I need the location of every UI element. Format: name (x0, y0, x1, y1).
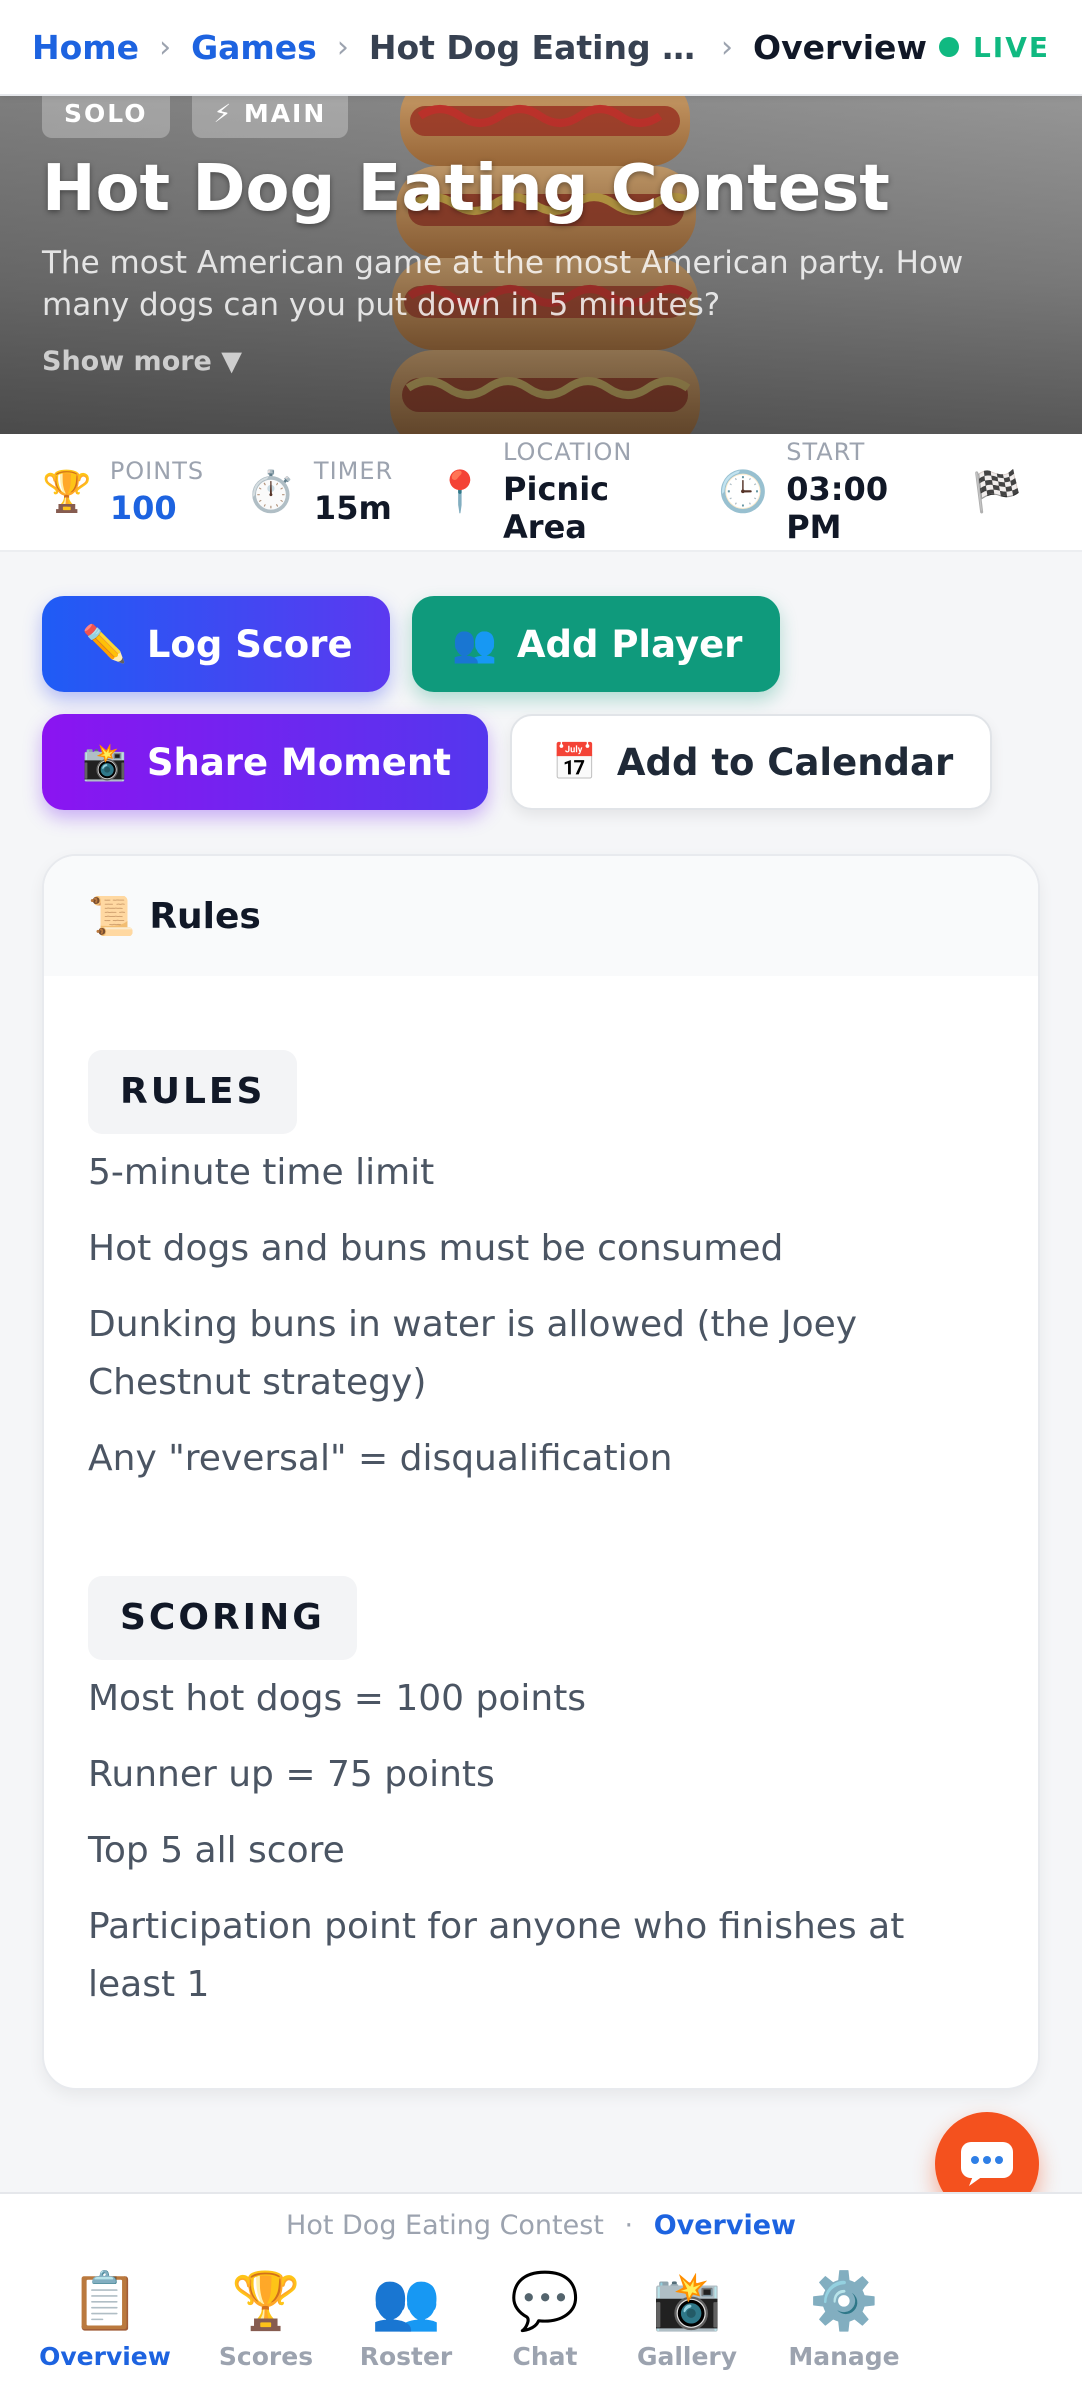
breadcrumb-bar: Home › Games › Hot Dog Eating Co... › Ov… (0, 0, 1082, 96)
stat-value: 15m (313, 489, 392, 527)
footer-separator: · (624, 2210, 634, 2241)
pencil-icon: ✏️ (82, 624, 127, 665)
stat-location: 📍 LOCATION Picnic Area (435, 438, 676, 546)
share-moment-button[interactable]: 📸 Share Moment (42, 714, 488, 810)
people-icon: 👥 (452, 624, 497, 665)
game-hero: SOLO ⚡ MAIN Hot Dog Eating Contest The m… (0, 96, 1082, 434)
rules-card-title: Rules (149, 895, 261, 937)
tab-scores[interactable]: 🏆 Scores (196, 2269, 336, 2372)
tab-chat[interactable]: 💬 Chat (476, 2269, 614, 2372)
tab-manage[interactable]: ⚙️ Manage (760, 2269, 928, 2372)
list-item: Top 5 all score (88, 1830, 345, 1871)
add-player-button[interactable]: 👥 Add Player (412, 596, 780, 692)
tab-overview[interactable]: 📋 Overview (36, 2269, 174, 2372)
game-title: Hot Dog Eating Contest (42, 152, 890, 226)
footer-game-name: Hot Dog Eating Contest (286, 2210, 604, 2241)
list-item: 5-minute time limit (88, 1152, 435, 1193)
solo-tag: SOLO (42, 96, 170, 138)
clock-icon: 🕒 (718, 469, 769, 515)
list-item: Dunking buns in water is allowed (the Jo… (88, 1304, 858, 1403)
footer-breadcrumb: Hot Dog Eating Contest · Overview (0, 2210, 1082, 2241)
stat-timer: ⏱️ TIMER 15m (246, 457, 393, 527)
scoring-heading: SCORING (88, 1576, 357, 1660)
breadcrumb-game[interactable]: Hot Dog Eating Co... (369, 28, 701, 67)
chevron-right-icon: › (721, 29, 734, 65)
show-more-toggle[interactable]: Show more ▼ (42, 346, 242, 377)
stopwatch-icon: ⏱️ (246, 469, 296, 515)
bottom-navigation: Hot Dog Eating Contest · Overview 📋 Over… (0, 2192, 1082, 2402)
add-player-label: Add Player (516, 622, 743, 666)
breadcrumb-home-link[interactable]: Home (32, 28, 139, 67)
add-to-calendar-label: Add to Calendar (616, 740, 954, 784)
list-item: Participation point for anyone who finis… (88, 1906, 905, 2005)
chevron-right-icon: › (336, 29, 349, 65)
list-item: Hot dogs and buns must be consumed (88, 1228, 784, 1269)
clipboard-icon: 📋 (70, 2269, 140, 2334)
stat-finish: 🏁 (972, 472, 1040, 512)
game-description: The most American game at the most Ameri… (42, 245, 964, 323)
chevron-right-icon: › (159, 29, 172, 65)
stat-label: START (786, 438, 866, 466)
stat-start: 🕒 START 03:00 PM (718, 438, 930, 546)
tab-label: Overview (39, 2342, 171, 2371)
stat-value: 03:00 PM (786, 470, 889, 546)
chat-bubble-icon (961, 2142, 1013, 2186)
chat-bubble-icon: 💬 (510, 2269, 580, 2334)
footer-current-page: Overview (653, 2210, 796, 2241)
game-tags: SOLO ⚡ MAIN (42, 96, 349, 138)
stat-value: 100 (109, 489, 177, 527)
trophy-icon: 🏆 (42, 469, 92, 515)
trophy-icon: 🏆 (231, 2269, 301, 2334)
breadcrumb-current-page: Overview (753, 27, 927, 67)
tab-gallery[interactable]: 📸 Gallery (614, 2269, 760, 2372)
main-tag: ⚡ MAIN (191, 96, 349, 138)
camera-flash-icon: 📸 (82, 742, 127, 783)
game-stats-bar: 🏆 POINTS 100 ⏱️ TIMER 15m 📍 LOCATION Pic… (0, 434, 1082, 552)
live-dot-icon (938, 37, 959, 57)
checkered-flag-icon: 🏁 (972, 469, 1022, 515)
list-item: Runner up = 75 points (88, 1754, 495, 1795)
add-to-calendar-button[interactable]: 📅 Add to Calendar (510, 714, 992, 810)
scoring-section: SCORING Most hot dogs = 100 points Runne… (88, 1576, 968, 2032)
tab-label: Chat (512, 2342, 578, 2371)
stat-label: LOCATION (503, 438, 633, 466)
rules-card: 📜 Rules RULES 5-minute time limit Hot do… (42, 854, 1040, 2090)
rules-list: 5-minute time limit Hot dogs and buns mu… (88, 1144, 968, 1488)
stat-points: 🏆 POINTS 100 (42, 457, 204, 527)
tab-label: Gallery (636, 2342, 738, 2371)
share-moment-label: Share Moment (146, 740, 451, 784)
log-score-button[interactable]: ✏️ Log Score (42, 596, 390, 692)
tab-label: Manage (788, 2342, 900, 2371)
live-status-text: LIVE (972, 30, 1050, 64)
rules-heading: RULES (88, 1050, 298, 1134)
live-status-badge: LIVE (938, 30, 1050, 64)
tab-bar: 📋 Overview 🏆 Scores 👥 Roster 💬 Chat 📸 Ga… (0, 2269, 1082, 2372)
stat-label: POINTS (109, 457, 205, 485)
scroll-icon: 📜 (88, 893, 136, 938)
gear-icon: ⚙️ (809, 2269, 879, 2334)
scoring-list: Most hot dogs = 100 points Runner up = 7… (88, 1670, 968, 2014)
stat-label: TIMER (313, 457, 394, 485)
rules-card-header: 📜 Rules (44, 856, 1038, 976)
log-score-label: Log Score (146, 622, 353, 666)
calendar-icon: 📅 (552, 742, 597, 783)
list-item: Most hot dogs = 100 points (88, 1678, 587, 1719)
tab-roster[interactable]: 👥 Roster (336, 2269, 476, 2372)
camera-icon: 📸 (652, 2269, 722, 2334)
tab-label: Scores (218, 2342, 314, 2371)
stat-value: Picnic Area (503, 470, 610, 546)
list-item: Any "reversal" = disqualification (88, 1438, 673, 1479)
location-pin-icon: 📍 (435, 469, 486, 515)
people-icon: 👥 (371, 2269, 441, 2334)
tab-label: Roster (359, 2342, 453, 2371)
rules-section: RULES 5-minute time limit Hot dogs and b… (88, 1050, 968, 1506)
breadcrumb-games-link[interactable]: Games (191, 28, 317, 67)
